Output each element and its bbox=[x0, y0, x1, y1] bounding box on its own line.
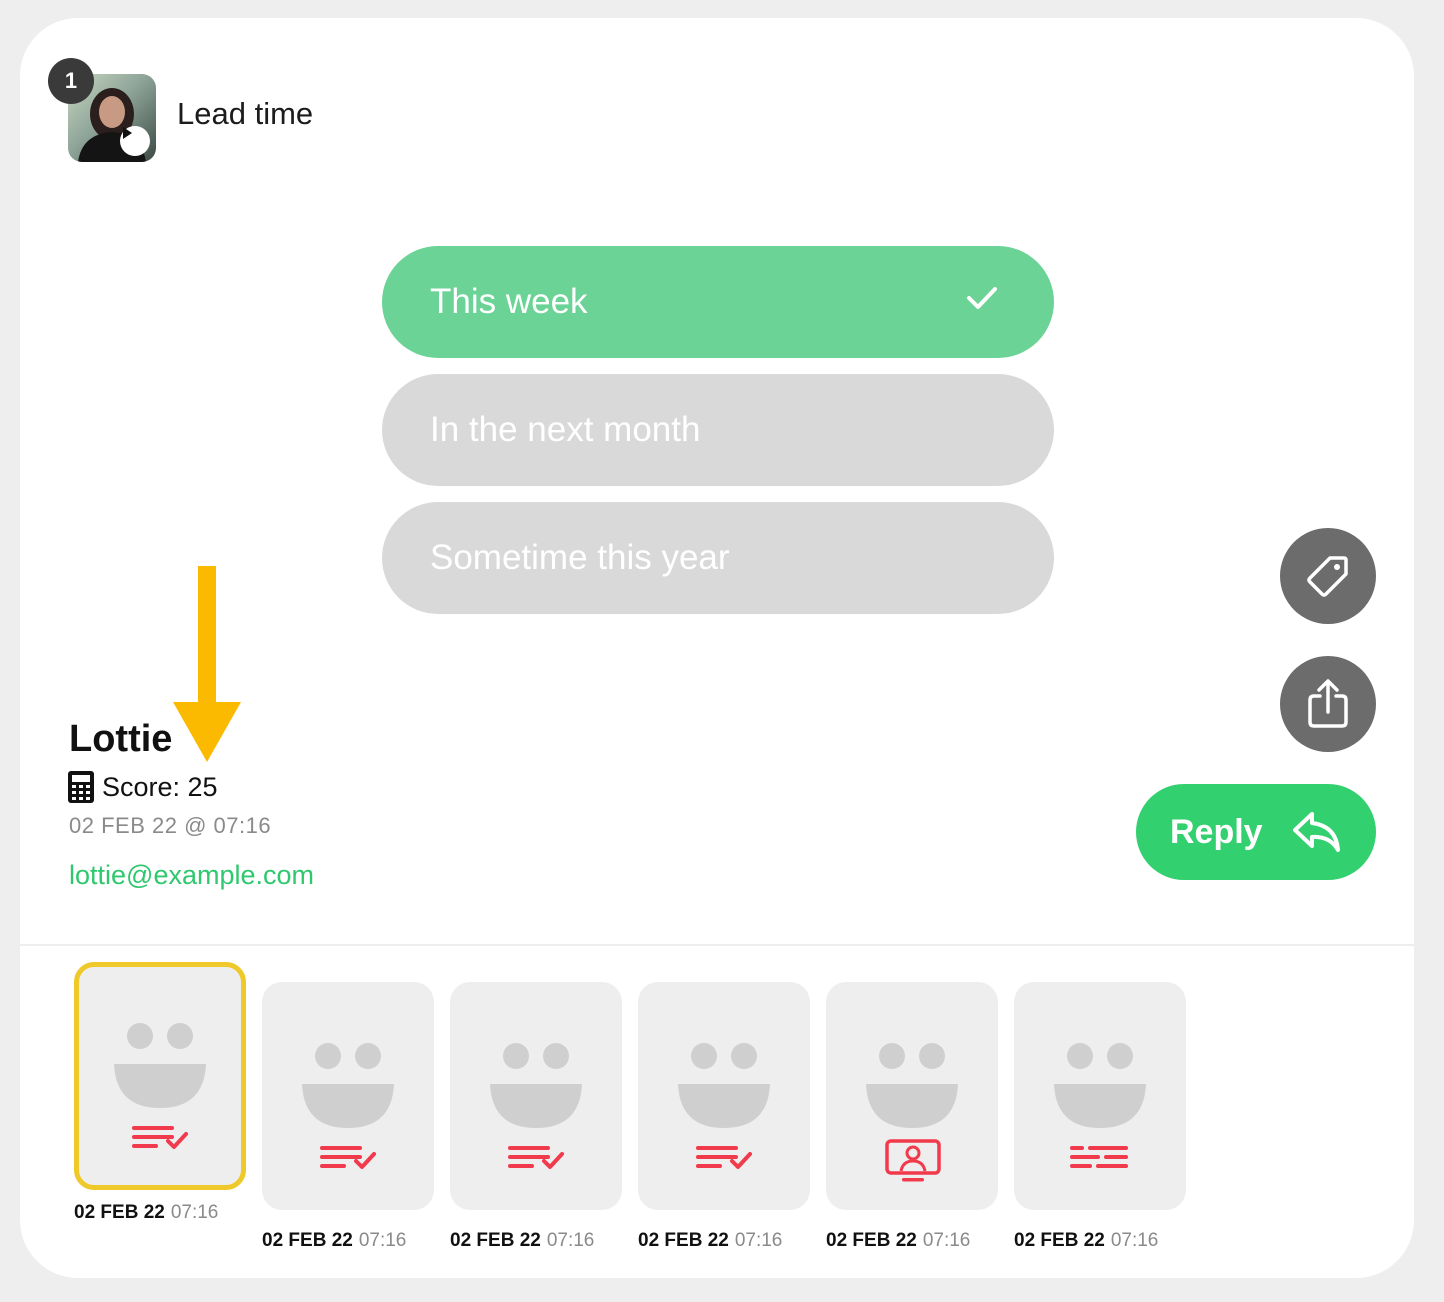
response-thumbnail[interactable]: 02 FEB 22 07:16 bbox=[1014, 982, 1186, 1251]
check-icon bbox=[967, 287, 997, 309]
thumbnail-timestamp: 02 FEB 22 07:16 bbox=[262, 1230, 406, 1252]
divider bbox=[20, 944, 1414, 946]
contact-name: Lottie bbox=[69, 718, 173, 760]
thumbnail-time: 07:16 bbox=[734, 1230, 783, 1251]
text-check-icon bbox=[508, 1146, 564, 1169]
smiley-placeholder-icon bbox=[114, 1023, 206, 1108]
smiley-placeholder-icon bbox=[302, 1043, 394, 1128]
option-label: Sometime this year bbox=[430, 538, 730, 577]
down-arrow-icon bbox=[173, 566, 241, 762]
response-thumbnail[interactable]: 02 FEB 22 07:16 bbox=[826, 982, 998, 1251]
reply-button[interactable]: Reply bbox=[1136, 784, 1376, 880]
text-check-icon bbox=[132, 1126, 188, 1149]
thumbnail-date: 02 FEB 22 bbox=[450, 1230, 541, 1251]
share-button[interactable] bbox=[1280, 656, 1376, 752]
thumbnail-time: 07:16 bbox=[358, 1230, 407, 1251]
thumbnail-time: 07:16 bbox=[170, 1202, 219, 1223]
option-next-month[interactable]: In the next month bbox=[382, 374, 1054, 486]
thumbnail-time: 07:16 bbox=[922, 1230, 971, 1251]
option-label: In the next month bbox=[430, 410, 701, 449]
thumbnail-date: 02 FEB 22 bbox=[826, 1230, 917, 1251]
calculator-icon bbox=[68, 771, 94, 803]
reply-label: Reply bbox=[1170, 812, 1263, 851]
text-lines-icon bbox=[1070, 1146, 1128, 1168]
thumbnail-timestamp: 02 FEB 22 07:16 bbox=[450, 1230, 594, 1252]
contact-email-link[interactable]: lottie@example.com bbox=[69, 860, 314, 891]
text-check-icon bbox=[696, 1146, 752, 1169]
play-icon[interactable] bbox=[120, 126, 150, 156]
thumbnail-timestamp: 02 FEB 22 07:16 bbox=[1014, 1230, 1158, 1252]
thumbnail-time: 07:16 bbox=[546, 1230, 595, 1251]
response-card: 1 Lead time This week In the next month … bbox=[20, 18, 1414, 1278]
score-text: Score: 25 bbox=[102, 771, 218, 802]
thumbnail-date: 02 FEB 22 bbox=[262, 1230, 353, 1251]
thumbnail-timestamp: 02 FEB 22 07:16 bbox=[74, 1202, 218, 1224]
video-thumbnail[interactable]: 1 bbox=[48, 58, 156, 162]
response-thumbnail[interactable]: 02 FEB 22 07:16 bbox=[74, 962, 246, 1223]
thumbnail-date: 02 FEB 22 bbox=[74, 1202, 165, 1223]
response-timestamp: 02 FEB 22 @ 07:16 bbox=[69, 813, 272, 838]
thumbnail-date: 02 FEB 22 bbox=[638, 1230, 729, 1251]
question-title: Lead time bbox=[177, 96, 314, 131]
tag-icon bbox=[1307, 556, 1348, 597]
smiley-placeholder-icon bbox=[1054, 1043, 1146, 1128]
smiley-placeholder-icon bbox=[678, 1043, 770, 1128]
thumbnail-date: 02 FEB 22 bbox=[1014, 1230, 1105, 1251]
tag-button[interactable] bbox=[1280, 528, 1376, 624]
response-thumbnail[interactable]: 02 FEB 22 07:16 bbox=[262, 982, 434, 1251]
response-thumbnail[interactable]: 02 FEB 22 07:16 bbox=[450, 982, 622, 1251]
thumbnail-time: 07:16 bbox=[1110, 1230, 1159, 1251]
thumbnail-timestamp: 02 FEB 22 07:16 bbox=[826, 1230, 970, 1252]
option-label: This week bbox=[430, 282, 588, 321]
reply-icon bbox=[1293, 812, 1340, 852]
score-row: Score: 25 bbox=[68, 771, 218, 803]
question-number-badge: 1 bbox=[48, 58, 94, 104]
smiley-placeholder-icon bbox=[490, 1043, 582, 1128]
response-thumbnail[interactable]: 02 FEB 22 07:16 bbox=[638, 982, 810, 1251]
smiley-placeholder-icon bbox=[866, 1043, 958, 1128]
text-check-icon bbox=[320, 1146, 376, 1169]
thumbnail-timestamp: 02 FEB 22 07:16 bbox=[638, 1230, 782, 1252]
video-person-icon bbox=[885, 1139, 941, 1182]
option-this-week[interactable]: This week bbox=[382, 246, 1054, 358]
option-this-year[interactable]: Sometime this year bbox=[382, 502, 1054, 614]
share-icon bbox=[1308, 679, 1348, 728]
